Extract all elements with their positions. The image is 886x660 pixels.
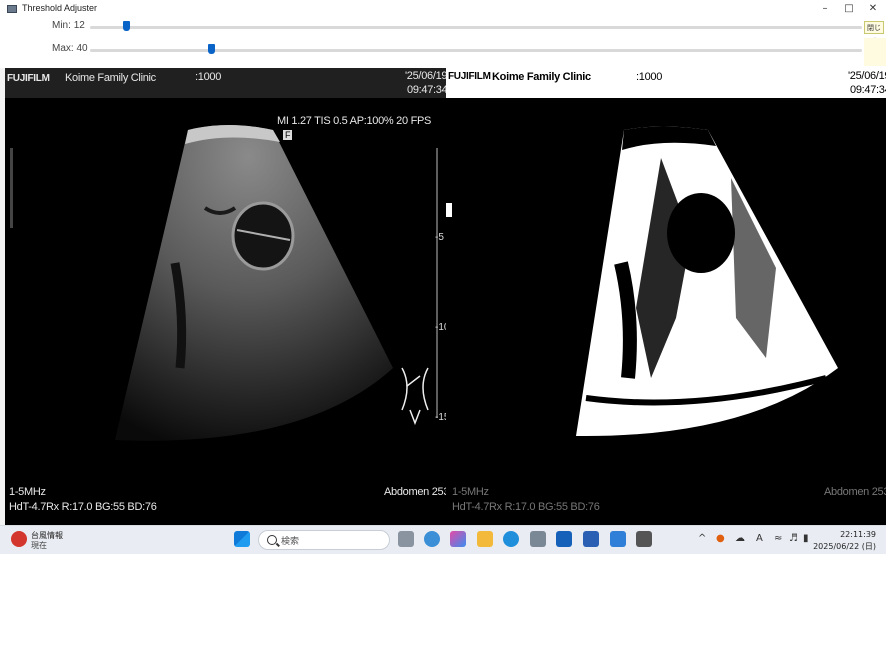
min-slider-thumb[interactable] [123, 21, 131, 31]
store-icon[interactable] [530, 531, 546, 547]
exam-date: '25/06/19 [405, 70, 446, 82]
original-image: FUJIFILM Koime Family Clinic :1000 '25/0… [5, 68, 446, 525]
task-view-icon[interactable] [398, 531, 414, 547]
max-label-text: Max: [52, 43, 74, 54]
vscode-icon[interactable] [610, 531, 626, 547]
start-icon[interactable] [234, 531, 250, 547]
probe-id: :1000 [195, 71, 222, 83]
vessel-dark [614, 261, 637, 379]
min-slider[interactable] [90, 26, 862, 29]
max-slider-thumb[interactable] [208, 44, 216, 54]
min-label-text: Min: [52, 20, 71, 31]
cloud-icon[interactable]: ☁ [735, 533, 745, 544]
white-region [576, 126, 838, 437]
search-icon [267, 535, 277, 545]
gallbladder [231, 201, 295, 271]
volume-icon[interactable]: ♬ [789, 533, 798, 544]
body-marker [401, 367, 429, 426]
weather-icon [11, 531, 27, 547]
ime-indicator[interactable]: A [756, 533, 763, 544]
window-title: Threshold Adjuster [22, 3, 98, 13]
gray-bar [10, 148, 13, 228]
app-icon[interactable] [636, 531, 652, 547]
outlook-icon[interactable] [556, 531, 572, 547]
search-placeholder: 検索 [281, 537, 300, 547]
depth-label: -15 [435, 412, 446, 423]
brand-logo: FUJIFILM [448, 71, 491, 82]
brand-logo: FUJIFILM [7, 73, 50, 84]
edge-icon[interactable] [503, 531, 519, 547]
maximize-button[interactable]: □ [838, 2, 860, 16]
depth-label: -10 [435, 322, 446, 333]
image-header: FUJIFILM Koime Family Clinic :1000 '25/0… [5, 68, 446, 98]
wifi-icon[interactable]: ≈ [774, 533, 782, 544]
exam-date: '25/06/19 [848, 70, 886, 82]
clock-time[interactable]: 22:11:39 [820, 530, 876, 539]
widgets-icon[interactable] [424, 531, 440, 547]
close-button[interactable]: ✕ [862, 2, 884, 16]
weather-subtitle: 現在 [31, 541, 47, 550]
preset-name: Abdomen 253A [824, 486, 886, 498]
title-bar: Threshold Adjuster – □ ✕ [0, 0, 886, 19]
clinic-name: Koime Family Clinic [65, 72, 156, 84]
minimize-button[interactable]: – [814, 2, 836, 16]
exam-time: 09:47:34 [407, 84, 446, 96]
search-input[interactable]: 検索 [258, 530, 390, 550]
slider-panel: Min: 12 Max: 40 閉じる [0, 18, 886, 68]
threshold-scan [446, 126, 838, 437]
edge-mark [446, 203, 452, 217]
probe-frequency: 1-5MHz [9, 486, 46, 498]
clinic-name: Koime Family Clinic [492, 71, 591, 83]
file-explorer-icon[interactable] [477, 531, 493, 547]
image-settings: HdT-4.7Rx R:17.0 BG:55 BD:76 [452, 501, 600, 513]
chevron-up-icon[interactable]: ^ [698, 533, 706, 544]
min-label: Min: 12 [52, 20, 85, 31]
max-slider[interactable] [90, 49, 862, 52]
scan-sector [115, 125, 393, 441]
side-strip [864, 38, 886, 66]
image-settings: HdT-4.7Rx R:17.0 BG:55 BD:76 [9, 501, 157, 513]
word-icon[interactable] [583, 531, 599, 547]
max-value: 40 [76, 43, 88, 54]
max-label: Max: 40 [52, 43, 88, 54]
update-icon[interactable]: ● [716, 533, 725, 544]
scan-params: MI 1.27 TIS 0.5 AP:100% 20 FPS [277, 115, 432, 127]
focus-marker: F [283, 130, 293, 140]
copilot-icon[interactable] [450, 531, 466, 547]
threshold-header: FUJIFILM Koime Family Clinic :1000 '25/0… [446, 68, 886, 98]
ultrasound-scan [10, 125, 438, 441]
exam-time: 09:47:34 [850, 84, 886, 96]
min-value: 12 [73, 20, 85, 31]
depth-label: -5 [435, 232, 444, 243]
threshold-image: FUJIFILM Koime Family Clinic :1000 '25/0… [446, 68, 886, 525]
app-icon [7, 5, 17, 13]
taskbar: 台風情報 現在 検索 ^ ● ☁ A ≈ ♬ ▮ 22:11:39 2025/0… [0, 525, 886, 554]
preset-name: Abdomen 253A [384, 486, 446, 498]
clock-date[interactable]: 2025/06/22 (日) [806, 541, 876, 552]
panel-close-button[interactable]: 閉じる [864, 21, 884, 45]
probe-id: :1000 [636, 71, 663, 83]
probe-frequency: 1-5MHz [452, 486, 489, 498]
